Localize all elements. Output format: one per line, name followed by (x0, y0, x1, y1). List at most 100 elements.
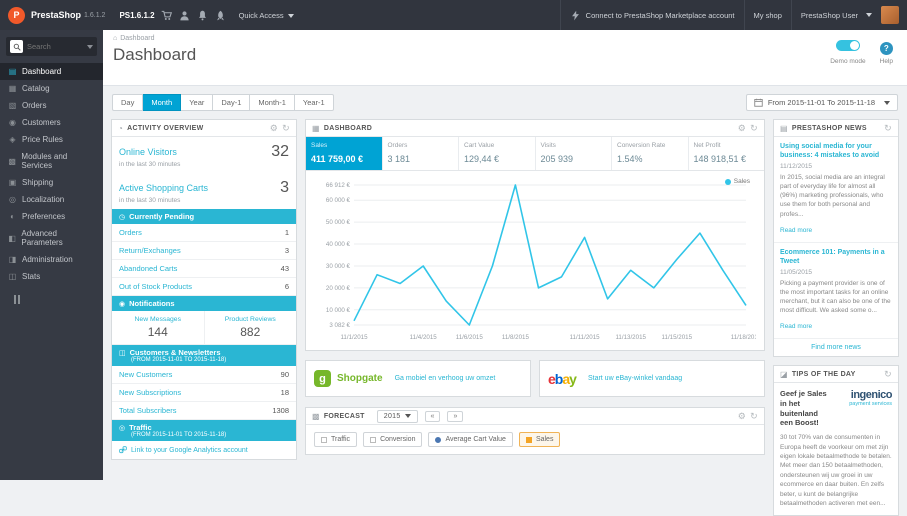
demo-mode-label: Demo mode (830, 58, 866, 65)
dashboard-panel-title: DASHBOARD (323, 124, 373, 132)
out-of-stock-link[interactable]: Out of Stock Products (119, 282, 192, 291)
kpi-visits[interactable]: Visits 205 939 (536, 137, 612, 170)
abandoned-carts-link[interactable]: Abandoned Carts (119, 264, 177, 273)
forecast-toggle-traffic[interactable]: Traffic (314, 432, 358, 447)
forecast-toggle-conversion[interactable]: Conversion (363, 432, 423, 447)
sidebar-item-customers[interactable]: ◉ Customers (0, 114, 103, 131)
pending-orders-link[interactable]: Orders (119, 228, 142, 237)
pending-returns-link[interactable]: Return/Exchanges (119, 246, 181, 255)
price-rules-icon: ◈ (9, 135, 16, 144)
user-avatar[interactable] (881, 6, 899, 24)
panel-settings-icon[interactable]: ⚙ (738, 123, 746, 134)
new-subscriptions-link[interactable]: New Subscriptions (119, 388, 181, 397)
panel-refresh-icon[interactable]: ↻ (884, 123, 892, 134)
panel-refresh-icon[interactable]: ↻ (282, 123, 290, 134)
sidebar-item-shipping[interactable]: ▣ Shipping (0, 174, 103, 191)
marketplace-link[interactable]: Connect to PrestaShop Marketplace accoun… (559, 0, 744, 30)
rocket-icon[interactable] (215, 9, 227, 21)
abandoned-carts-value: 43 (280, 264, 289, 273)
forecast-panel-header: ▩ FORECAST 2015 « » ⚙ ↻ (306, 408, 764, 425)
sidebar-item-advanced-parameters[interactable]: ◧ Advanced Parameters (0, 225, 103, 251)
demo-mode-control: Demo mode (830, 38, 866, 65)
quick-access-menu[interactable]: Quick Access (239, 11, 294, 20)
forecast-toggle-label: Sales (535, 436, 554, 443)
out-of-stock-value: 6 (284, 282, 289, 291)
customers-newsletters-subtitle: (FROM 2015-11-01 TO 2015-11-18) (131, 357, 227, 363)
new-subscriptions-value: 18 (280, 388, 289, 397)
panel-refresh-icon[interactable]: ↻ (884, 369, 892, 380)
cart-icon[interactable] (161, 9, 173, 21)
new-messages-stat[interactable]: New Messages 144 (112, 311, 205, 344)
kpi-net-profit[interactable]: Net Profit 148 918,51 € (689, 137, 765, 170)
panel-refresh-icon[interactable]: ↻ (750, 123, 758, 134)
panel-settings-icon[interactable]: ⚙ (270, 123, 278, 134)
range-day-button[interactable]: Day (112, 94, 144, 111)
kpi-sales[interactable]: Sales 411 759,00 € (306, 137, 383, 170)
kpi-cart-value[interactable]: Cart Value 129,44 € (459, 137, 536, 170)
forecast-toggle-average-cart-value[interactable]: Average Cart Value (428, 432, 513, 447)
kpi-orders[interactable]: Orders 3 181 (383, 137, 459, 170)
forecast-prev-button[interactable]: « (424, 410, 441, 422)
sidebar-item-localization[interactable]: ◎ Localization (0, 191, 103, 208)
new-customers-link[interactable]: New Customers (119, 370, 172, 379)
shop-name-link[interactable]: PS1.6.1.2 (119, 11, 154, 20)
pending-orders-value: 1 (284, 228, 289, 237)
find-more-news-link[interactable]: Find more news (774, 339, 898, 356)
sidebar-item-preferences[interactable]: ◐ Preferences (0, 208, 103, 225)
news-item-title-link[interactable]: Ecommerce 101: Payments in a Tweet (780, 248, 892, 266)
customers-icon[interactable] (179, 9, 191, 21)
news-item: Using social media for your business: 4 … (774, 137, 898, 243)
notifications-bell-icon[interactable] (197, 9, 209, 21)
date-range-picker[interactable]: From 2015-11-01 To 2015-11-18 (745, 94, 898, 111)
module-ads-row: g Shopgate Ga mobiel en verhoog uw omzet… (305, 360, 765, 397)
new-messages-label: New Messages (134, 316, 181, 323)
svg-text:30 000 €: 30 000 € (326, 263, 351, 270)
forecast-next-button[interactable]: » (447, 410, 464, 422)
sidebar-item-price-rules[interactable]: ◈ Price Rules (0, 131, 103, 148)
help-icon[interactable]: ? (879, 42, 893, 55)
demo-mode-toggle[interactable] (835, 40, 860, 51)
sidebar-item-modules[interactable]: ▩ Modules and Services (0, 148, 103, 174)
panel-refresh-icon[interactable]: ↻ (750, 411, 758, 422)
panel-settings-icon[interactable]: ⚙ (738, 411, 746, 422)
forecast-toggle-sales[interactable]: Sales (518, 432, 561, 447)
product-reviews-stat[interactable]: Product Reviews 882 (205, 311, 297, 344)
shopgate-link[interactable]: Ga mobiel en verhoog uw omzet (395, 375, 496, 382)
online-visitors-value: 32 (271, 143, 289, 160)
sidebar-item-administration[interactable]: ◨ Administration (0, 251, 103, 268)
search-icon[interactable] (10, 40, 23, 53)
sidebar-item-orders[interactable]: ▧ Orders (0, 97, 103, 114)
my-shop-link[interactable]: My shop (743, 0, 791, 30)
active-carts-link[interactable]: Active Shopping Carts (119, 183, 208, 193)
range-month-1-button[interactable]: Month-1 (250, 94, 295, 111)
svg-text:40 000 €: 40 000 € (326, 241, 351, 248)
range-year-1-button[interactable]: Year-1 (294, 94, 334, 111)
ebay-link[interactable]: Start uw eBay-winkel vandaag (588, 375, 682, 382)
online-visitors-link[interactable]: Online Visitors (119, 147, 177, 157)
link-icon (119, 446, 127, 454)
ingenico-logo-text: ingenico (850, 389, 893, 402)
sidebar-item-dashboard[interactable]: ▤ Dashboard (0, 63, 103, 80)
sidebar-item-catalog[interactable]: ▦ Catalog (0, 80, 103, 97)
sidebar-item-label: Customers (22, 118, 61, 127)
news-item-title-link[interactable]: Using social media for your business: 4 … (780, 142, 892, 160)
quick-access-label: Quick Access (238, 10, 284, 20)
range-day-1-button[interactable]: Day-1 (213, 94, 251, 111)
search-input[interactable] (27, 42, 79, 51)
sidebar-item-stats[interactable]: ◫ Stats (0, 268, 103, 285)
kpi-value: 205 939 (540, 154, 574, 164)
sidebar-item-label: Price Rules (22, 135, 63, 144)
read-more-link[interactable]: Read more (780, 323, 812, 330)
range-month-button[interactable]: Month (143, 94, 182, 111)
user-menu[interactable]: PrestaShop User (790, 0, 881, 30)
forecast-year-select[interactable]: 2015 (376, 409, 418, 423)
ebay-module-ad: ebay Start uw eBay-winkel vandaag (539, 360, 765, 397)
kpi-conversion-rate[interactable]: Conversion Rate 1.54% (612, 137, 689, 170)
active-carts-subtitle: in the last 30 minutes (119, 197, 181, 204)
total-subscribers-link[interactable]: Total Subscribers (119, 406, 177, 415)
notifications-title: Notifications (129, 299, 175, 308)
sidebar-collapse-button[interactable] (14, 295, 103, 304)
read-more-link[interactable]: Read more (780, 227, 812, 234)
google-analytics-link[interactable]: Link to your Google Analytics account (112, 441, 296, 459)
range-year-button[interactable]: Year (181, 94, 214, 111)
